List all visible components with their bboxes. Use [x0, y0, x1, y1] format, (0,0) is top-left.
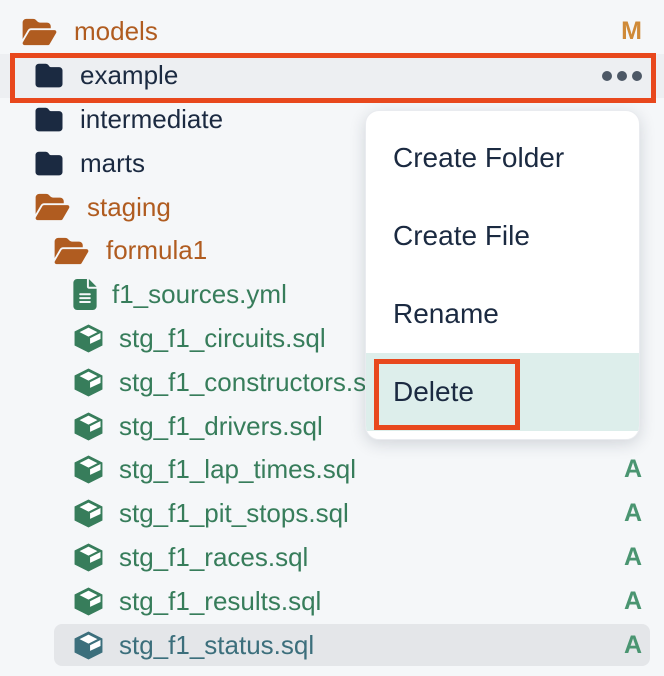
tree-item-label: formula1 — [106, 235, 207, 266]
menu-item-rename[interactable]: Rename — [366, 275, 639, 353]
menu-item-create-folder[interactable]: Create Folder — [366, 119, 639, 197]
model-cube-icon — [73, 586, 104, 617]
tree-item-stg-f1-lap-times-sql[interactable]: stg_f1_lap_times.sql A — [0, 448, 664, 492]
menu-item-delete[interactable]: Delete — [366, 353, 639, 431]
context-menu: Create FolderCreate FileRenameDelete — [365, 110, 640, 440]
folder-icon — [33, 62, 65, 89]
tree-item-models[interactable]: models M — [0, 10, 664, 54]
folder-icon — [33, 150, 65, 177]
folder-icon — [33, 106, 65, 133]
status-badge: A — [624, 455, 642, 484]
tree-item-label: stg_f1_races.sql — [119, 542, 308, 573]
model-cube-icon — [73, 498, 104, 529]
model-cube-icon — [73, 542, 104, 573]
tree-item-example[interactable]: example — [0, 54, 664, 98]
status-badge: M — [621, 17, 642, 46]
tree-item-label: stg_f1_status.sql — [119, 630, 314, 661]
tree-item-label: stg_f1_constructors.sql — [119, 367, 386, 398]
tree-item-stg-f1-results-sql[interactable]: stg_f1_results.sql A — [0, 579, 664, 623]
tree-item-label: stg_f1_lap_times.sql — [119, 454, 356, 485]
model-cube-icon — [73, 323, 104, 354]
status-badge: A — [624, 499, 642, 528]
tree-item-stg-f1-races-sql[interactable]: stg_f1_races.sql A — [0, 536, 664, 580]
tree-item-stg-f1-pit-stops-sql[interactable]: stg_f1_pit_stops.sql A — [0, 492, 664, 536]
tree-item-label: staging — [87, 192, 171, 223]
tree-item-label: models — [74, 16, 158, 47]
tree-item-label: example — [80, 60, 178, 91]
model-cube-icon — [73, 630, 104, 661]
file-doc-icon — [73, 279, 97, 310]
tree-item-stg-f1-status-sql[interactable]: stg_f1_status.sql A — [0, 623, 664, 667]
model-cube-icon — [73, 411, 104, 442]
status-badge: A — [624, 587, 642, 616]
menu-item-create-file[interactable]: Create File — [366, 197, 639, 275]
tree-item-label: intermediate — [80, 104, 223, 135]
tree-item-label: stg_f1_drivers.sql — [119, 411, 323, 442]
tree-item-label: stg_f1_results.sql — [119, 586, 321, 617]
tree-item-label: marts — [80, 148, 145, 179]
status-badge: A — [624, 631, 642, 660]
model-cube-icon — [73, 454, 104, 485]
tree-item-label: stg_f1_pit_stops.sql — [119, 498, 349, 529]
tree-item-label: f1_sources.yml — [112, 279, 287, 310]
folder-open-icon — [20, 17, 59, 47]
status-badge: A — [624, 543, 642, 572]
model-cube-icon — [73, 367, 104, 398]
ellipsis-menu-icon[interactable] — [602, 71, 642, 81]
folder-open-icon — [33, 192, 72, 222]
tree-item-label: stg_f1_circuits.sql — [119, 323, 326, 354]
folder-open-icon — [52, 236, 91, 266]
